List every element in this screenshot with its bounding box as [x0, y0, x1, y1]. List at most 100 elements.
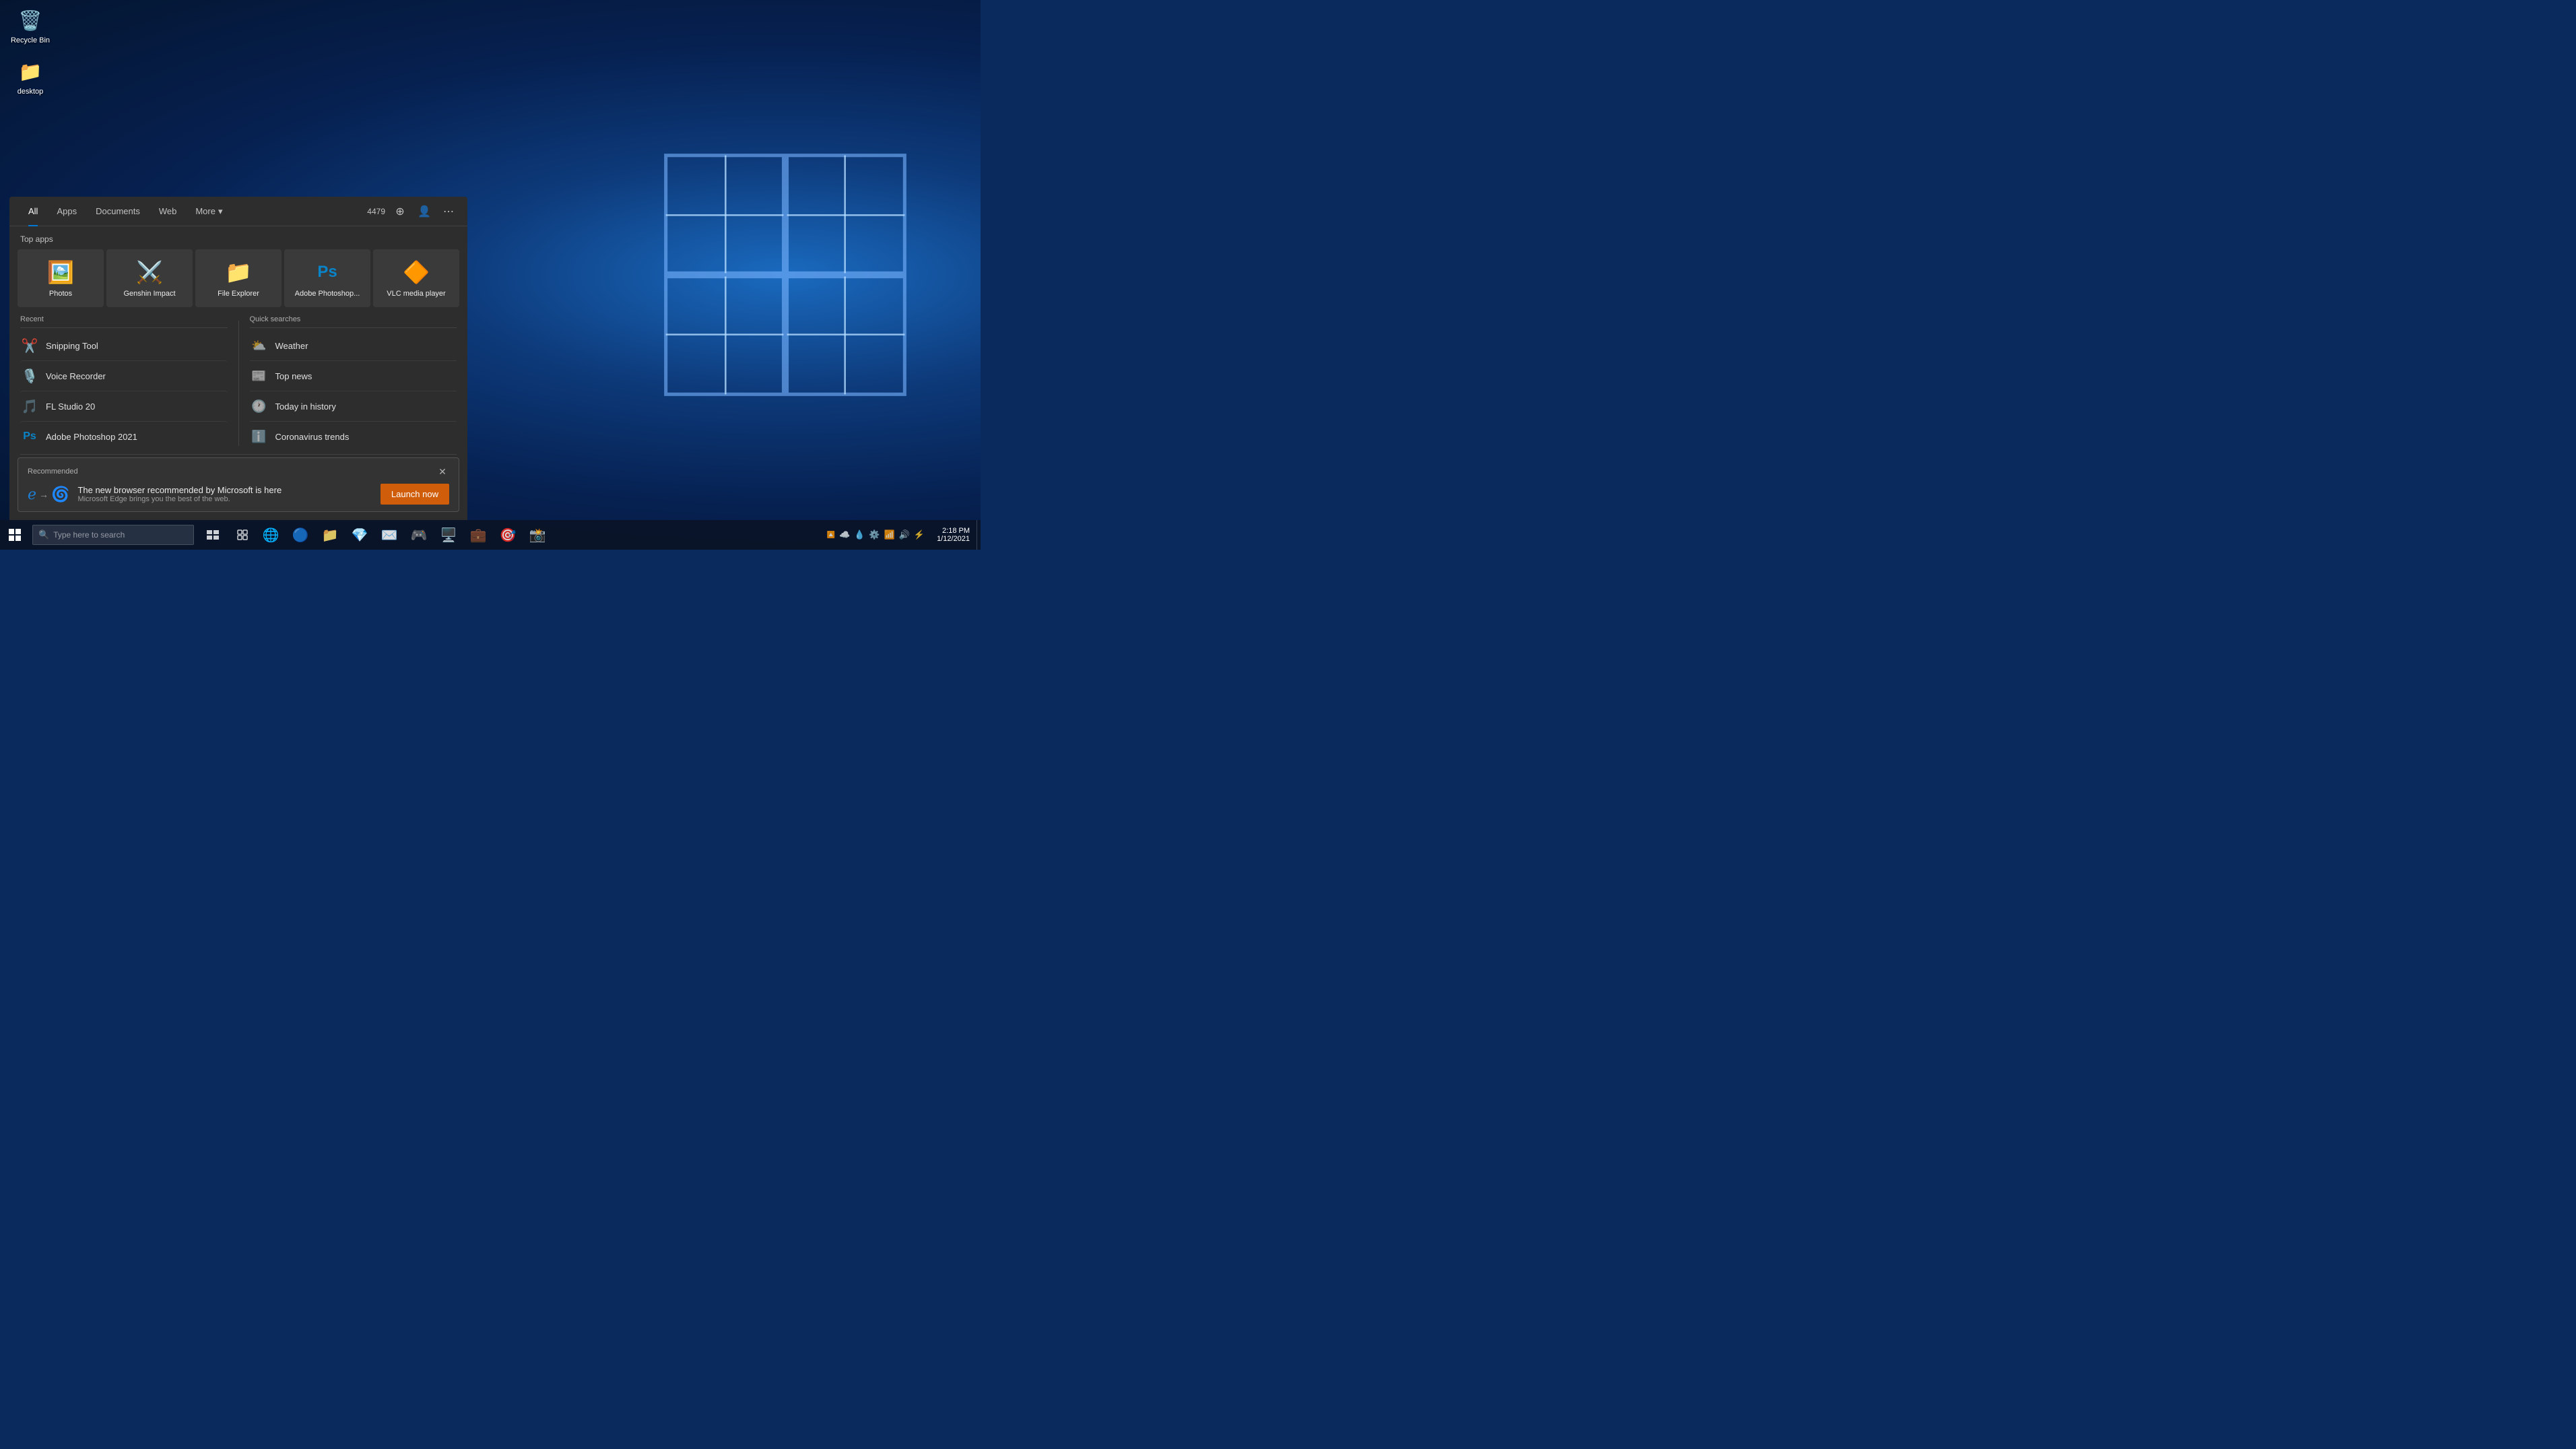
search-icon: 🔍: [38, 529, 49, 540]
file-explorer-label: File Explorer: [218, 290, 259, 298]
recent-item-photoshop[interactable]: Ps Adobe Photoshop 2021: [20, 421, 228, 451]
bing-icon[interactable]: ⊕: [391, 202, 409, 221]
recent-item-voice[interactable]: 🎙️ Voice Recorder: [20, 360, 228, 391]
recycle-bin-label: Recycle Bin: [11, 36, 50, 44]
onedrive-icon[interactable]: ☁️: [839, 529, 850, 540]
recommended-close-button[interactable]: ✕: [436, 465, 449, 478]
desktop-folder-image: 📁: [17, 58, 44, 85]
section-separator: [20, 454, 457, 455]
photoshop-recent-label: Adobe Photoshop 2021: [46, 432, 137, 442]
genshin-icon: ⚔️: [136, 259, 163, 286]
desktop-folder-icon[interactable]: 📁 desktop: [7, 58, 54, 96]
app-tile-file-explorer[interactable]: 📁 File Explorer: [195, 249, 282, 307]
recommended-subtitle: Microsoft Edge brings you the best of th…: [77, 495, 282, 503]
arrow-icon: →: [39, 489, 48, 500]
tab-all[interactable]: All: [19, 197, 47, 226]
top-news-label: Top news: [275, 371, 312, 381]
more-options-icon[interactable]: ⋯: [439, 202, 458, 221]
top-apps-grid: 🖼️ Photos ⚔️ Genshin Impact 📁 File Explo…: [9, 249, 467, 315]
taskbar: 🔍 Type here to search 🌐 🔵 📁 💎 ✉: [0, 520, 981, 550]
tab-apps[interactable]: Apps: [47, 197, 86, 226]
tab-more-label: More: [195, 206, 216, 216]
snipping-tool-label: Snipping Tool: [46, 341, 98, 351]
battery-icon[interactable]: ⚡: [914, 529, 925, 540]
tray-expand-icon[interactable]: 🔼: [826, 532, 834, 539]
top-apps-label: Top apps: [9, 226, 467, 249]
taskbar-chrome[interactable]: 🔵: [286, 520, 315, 550]
recommended-info: ℯ → 🌀 The new browser recommended by Mic…: [28, 485, 282, 503]
photos-icon: 🖼️: [47, 259, 74, 286]
desktop-icons: 🗑️ Recycle Bin 📁 desktop: [7, 7, 54, 96]
app-tile-genshin[interactable]: ⚔️ Genshin Impact: [106, 249, 193, 307]
app-tile-photos[interactable]: 🖼️ Photos: [18, 249, 104, 307]
taskbar-game1[interactable]: 🎮: [404, 520, 434, 550]
recommended-title: The new browser recommended by Microsoft…: [77, 485, 282, 495]
weather-label: Weather: [275, 341, 308, 351]
recycle-bin-icon[interactable]: 🗑️ Recycle Bin: [7, 7, 54, 44]
photoshop-label: Adobe Photoshop...: [295, 290, 360, 298]
quick-coronavirus[interactable]: ℹ️ Coronavirus trends: [250, 421, 457, 451]
two-col-section: Recent ✂️ Snipping Tool 🎙️ Voice Recorde…: [9, 315, 467, 451]
search-tabs: All Apps Documents Web More ▾ 4479 ⊕ 👤 ⋯: [9, 197, 467, 226]
widgets-button[interactable]: [229, 520, 256, 550]
start-button[interactable]: [0, 520, 30, 550]
today-history-label: Today in history: [275, 401, 336, 412]
taskbar-mail[interactable]: ✉️: [374, 520, 404, 550]
recommended-section: Recommended ✕ ℯ → 🌀 The new browser reco…: [18, 457, 459, 512]
chevron-down-icon: ▾: [218, 206, 223, 217]
taskbar-search[interactable]: 🔍 Type here to search: [32, 525, 194, 545]
system-tray: 🔼 ☁️ 💧 ⚙️ 📶 🔊 ⚡: [821, 529, 930, 540]
today-history-icon: 🕐: [250, 397, 269, 416]
windows-logo-desktop: [657, 147, 913, 403]
recommended-header: Recommended ✕: [28, 465, 449, 478]
app-tile-vlc[interactable]: 🔶 VLC media player: [373, 249, 459, 307]
wifi-icon[interactable]: 📶: [884, 529, 895, 540]
tab-more[interactable]: More ▾: [186, 197, 232, 226]
taskbar-file-explorer[interactable]: 📁: [315, 520, 345, 550]
taskbar-steam[interactable]: 🎯: [493, 520, 523, 550]
quick-weather[interactable]: ⛅ Weather: [250, 331, 457, 360]
tabs-right: 4479 ⊕ 👤 ⋯: [367, 202, 458, 221]
taskbar-edge[interactable]: 🌐: [256, 520, 286, 550]
tab-web[interactable]: Web: [150, 197, 187, 226]
quick-searches-label: Quick searches: [250, 315, 457, 328]
fl-studio-label: FL Studio 20: [46, 401, 95, 412]
genshin-label: Genshin Impact: [123, 290, 175, 298]
launch-now-button[interactable]: Launch now: [381, 484, 449, 505]
taskbar-photos[interactable]: 📸: [523, 520, 552, 550]
user-icon[interactable]: 👤: [415, 202, 434, 221]
volume-icon[interactable]: 🔊: [899, 529, 910, 540]
voice-recorder-label: Voice Recorder: [46, 371, 106, 381]
quick-searches-column: Quick searches ⛅ Weather 📰 Top news 🕐 To…: [239, 315, 468, 451]
recommended-content: ℯ → 🌀 The new browser recommended by Mic…: [28, 484, 449, 505]
vlc-label: VLC media player: [387, 290, 445, 298]
clock-date: 1/12/2021: [937, 535, 970, 543]
quick-today-history[interactable]: 🕐 Today in history: [250, 391, 457, 421]
taskbar-clock[interactable]: 2:18 PM 1/12/2021: [930, 520, 977, 550]
settings-icon[interactable]: ⚙️: [869, 529, 880, 540]
search-badge: 4479: [367, 207, 385, 216]
taskbar-scratch[interactable]: 💎: [345, 520, 374, 550]
search-placeholder: Type here to search: [53, 530, 125, 540]
weather-icon: ⛅: [250, 336, 269, 355]
task-view-button[interactable]: [199, 520, 226, 550]
taskbar-wallet[interactable]: 💼: [463, 520, 493, 550]
photos-label: Photos: [49, 290, 72, 298]
taskbar-app1[interactable]: 🖥️: [434, 520, 463, 550]
recent-label: Recent: [20, 315, 228, 328]
show-desktop-button[interactable]: [977, 520, 981, 550]
tab-documents[interactable]: Documents: [86, 197, 150, 226]
file-explorer-icon: 📁: [225, 259, 252, 286]
dropbox-icon[interactable]: 💧: [854, 529, 865, 540]
desktop-folder-label: desktop: [18, 88, 44, 96]
recent-item-fl[interactable]: 🎵 FL Studio 20: [20, 391, 228, 421]
search-panel: All Apps Documents Web More ▾ 4479 ⊕ 👤 ⋯…: [9, 197, 467, 520]
coronavirus-icon: ℹ️: [250, 427, 269, 446]
vlc-icon: 🔶: [403, 259, 430, 286]
quick-top-news[interactable]: 📰 Top news: [250, 360, 457, 391]
clock-time: 2:18 PM: [937, 527, 970, 535]
app-tile-photoshop[interactable]: Ps Adobe Photoshop...: [284, 249, 370, 307]
top-news-icon: 📰: [250, 366, 269, 385]
recent-item-snipping[interactable]: ✂️ Snipping Tool: [20, 331, 228, 360]
recommended-label: Recommended: [28, 468, 78, 476]
